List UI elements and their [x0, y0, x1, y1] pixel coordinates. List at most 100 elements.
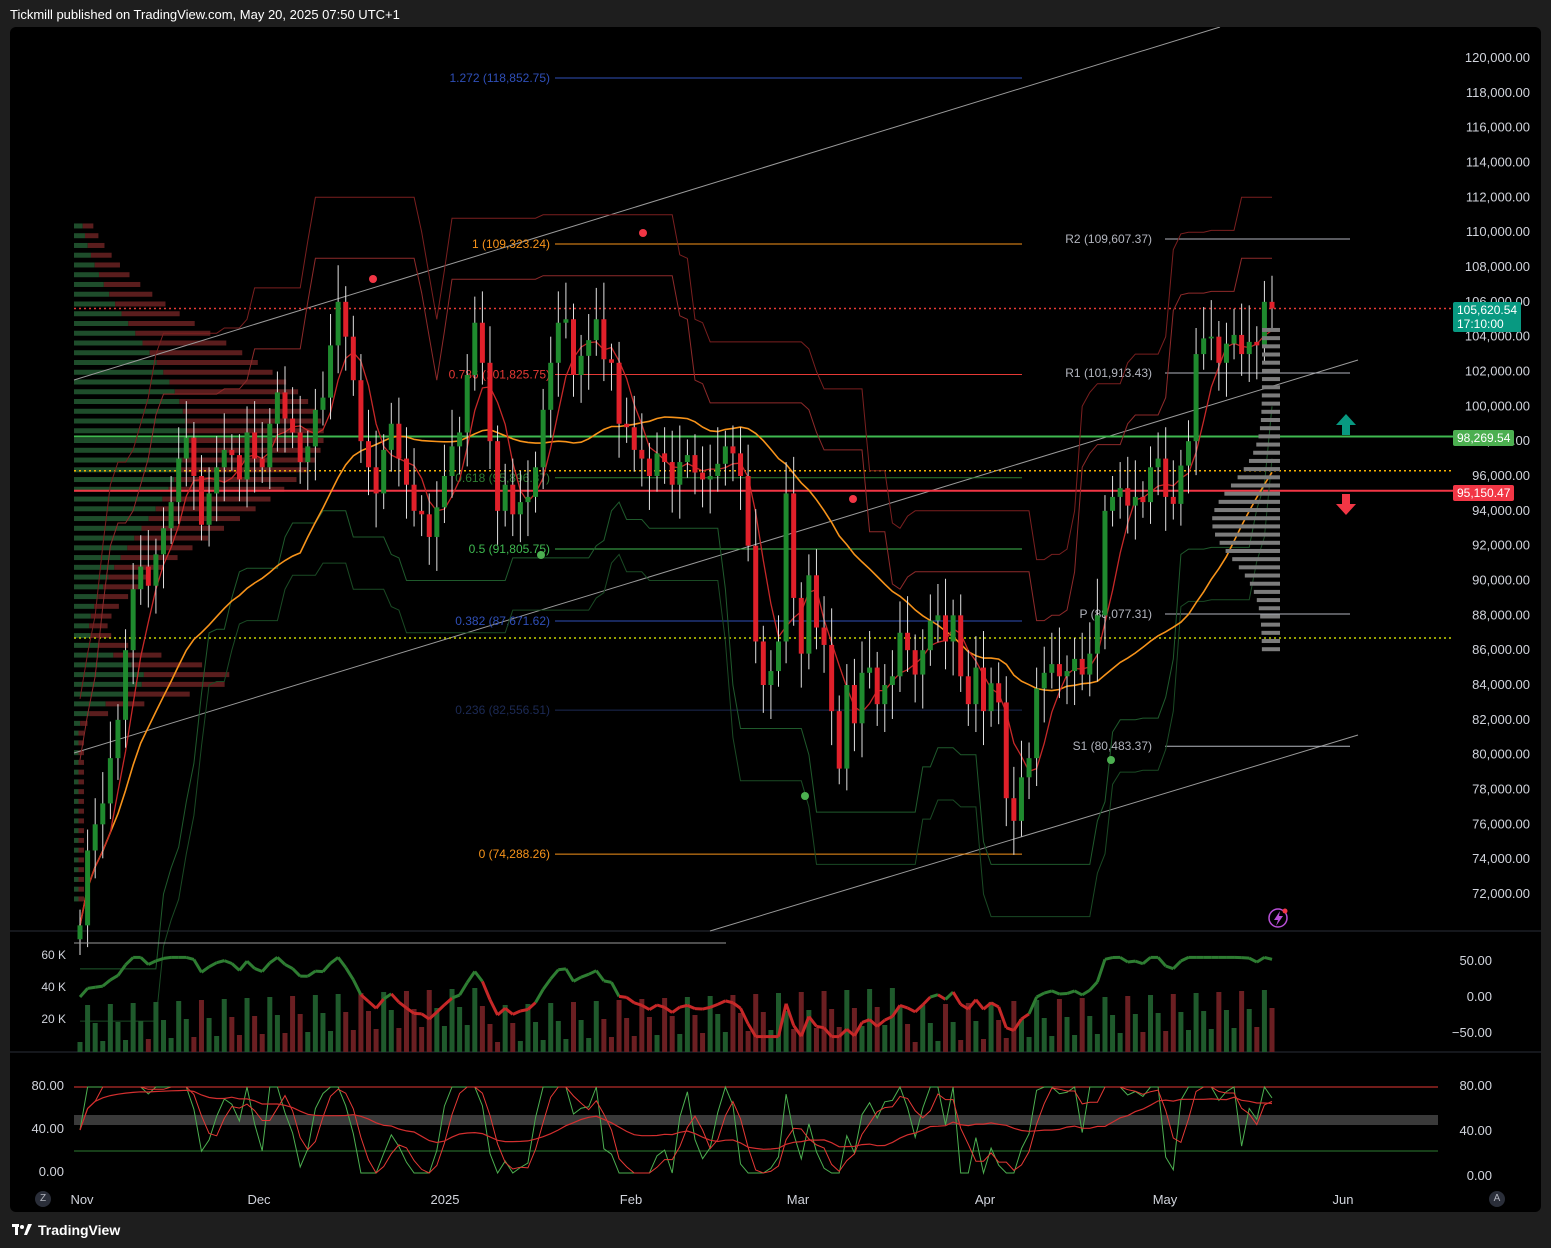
volume-bar — [1239, 991, 1245, 1052]
candle-body — [176, 458, 182, 503]
tradingview-brand: TradingView — [38, 1222, 121, 1238]
volume-profile-down-bar — [89, 623, 108, 629]
right-volume-profile-bar — [1248, 458, 1280, 463]
volume-bar — [244, 998, 250, 1052]
candle-body — [153, 554, 159, 586]
volume-bar — [198, 1000, 204, 1052]
right-volume-profile-bar — [1261, 393, 1280, 398]
volume-profile-down-bar — [94, 262, 120, 268]
cmf-line-segment — [276, 956, 287, 966]
candle-body — [1026, 758, 1032, 778]
candle-body — [806, 575, 812, 654]
volume-profile-down-bar — [78, 789, 84, 795]
tradingview-footer[interactable]: TradingView — [12, 1222, 120, 1238]
cmf-line-segment — [488, 998, 499, 1016]
right-volume-profile-bar — [1256, 598, 1280, 603]
cmf-line-segment — [1088, 980, 1099, 992]
chart-frame[interactable]: 120,000.00 118,000.00 116,000.00 114,000.00… — [10, 27, 1541, 1212]
candle-body — [867, 667, 873, 673]
cmf-line-segment — [208, 961, 218, 969]
cmf-line-segment — [534, 988, 545, 1004]
volume-bar — [829, 1009, 835, 1052]
volume-bar — [996, 1020, 1002, 1052]
volume-bar — [236, 1035, 242, 1052]
candle-body — [935, 615, 941, 621]
right-volume-profile-bar — [1238, 565, 1280, 570]
volume-profile-up-bar — [74, 769, 79, 775]
right-volume-profile-bar — [1249, 581, 1280, 586]
volume-profile-down-bar — [128, 320, 195, 326]
volume-profile-up-bar — [74, 730, 79, 736]
cmf-line-segment — [541, 977, 552, 991]
cmf-line-segment — [1256, 956, 1266, 964]
cmf-line-segment — [702, 1005, 711, 1011]
candle-body — [1072, 658, 1078, 672]
volume-profile-up-bar — [74, 837, 79, 843]
cmf-line-segment — [344, 966, 355, 981]
cmf-line-segment — [116, 963, 127, 977]
chart-canvas[interactable]: 120,000.00 118,000.00 116,000.00 114,000.00… — [10, 27, 1541, 1212]
volume-profile-up-bar — [74, 779, 79, 785]
candle-body — [381, 449, 387, 494]
volume-bar — [798, 992, 804, 1052]
price-axis-label: 114,000.00 — [1466, 155, 1530, 170]
volume-bar — [571, 1002, 577, 1052]
cmf-line-segment — [921, 995, 932, 1006]
volume-bar — [616, 1000, 622, 1052]
cmf-line-segment — [1119, 956, 1129, 964]
cmf-line-segment — [230, 962, 241, 972]
volume-profile-up-bar — [74, 876, 79, 882]
volume-bar — [457, 1007, 463, 1052]
volume-profile-down-bar — [78, 847, 84, 853]
volume-profile-down-bar — [169, 379, 287, 385]
candle-body — [510, 484, 516, 515]
price-axis-label: 96,000.00 — [1472, 468, 1530, 483]
volume-profile-down-bar — [163, 369, 273, 375]
candle-body — [1223, 343, 1229, 363]
right-volume-profile-bar — [1237, 475, 1280, 480]
price-axis-label: 94,000.00 — [1472, 503, 1530, 518]
cmf-line-segment — [549, 968, 560, 980]
candle-body — [571, 319, 577, 375]
candle-body — [419, 510, 425, 515]
signal-dot — [1107, 756, 1115, 764]
candle-body — [191, 437, 197, 476]
candle-body — [305, 446, 311, 463]
volume-profile-up-bar — [74, 408, 183, 414]
candle-body — [100, 803, 106, 825]
candle-body — [464, 374, 470, 433]
down-arrow-icon — [1336, 494, 1356, 515]
cmf-line-segment — [1180, 956, 1190, 963]
volume-bar — [669, 1016, 675, 1052]
cmf-line-segment — [1264, 955, 1273, 961]
candle-body — [540, 409, 546, 468]
volume-bar — [555, 1021, 561, 1052]
volume-profile-up-bar — [74, 633, 91, 639]
cmf-line-segment — [564, 968, 575, 983]
cmf-line-segment — [1051, 989, 1060, 996]
cmf-line-segment — [1241, 956, 1250, 960]
right-volume-profile-bar — [1261, 401, 1280, 406]
volume-profile-up-bar — [74, 242, 88, 248]
auto-scale-right-button[interactable]: A — [1489, 1191, 1505, 1207]
right-volume-profile-bar — [1261, 360, 1280, 365]
cmf-line-segment — [200, 965, 210, 974]
volume-bar — [320, 1013, 326, 1052]
candle-body — [244, 432, 250, 480]
candle-body — [821, 627, 827, 645]
auto-scale-left-button[interactable]: Z — [35, 1191, 51, 1207]
volume-bar — [859, 1026, 865, 1052]
right-volume-profile-bar — [1256, 442, 1280, 447]
fib-label-0.786: 0.786 (101,825.75) — [449, 368, 550, 382]
candle-body — [92, 824, 98, 851]
volume-profile-up-bar — [74, 759, 79, 765]
cmf-line-segment — [1248, 956, 1258, 964]
volume-bar — [624, 1018, 630, 1052]
volume-bar — [92, 1023, 98, 1052]
candle-body — [229, 449, 235, 456]
volume-profile-down-bar — [78, 867, 84, 873]
candle-body — [920, 650, 926, 675]
cmf-line-segment — [458, 981, 469, 996]
volume-bar — [297, 1014, 303, 1052]
volume-bar — [692, 1015, 698, 1052]
